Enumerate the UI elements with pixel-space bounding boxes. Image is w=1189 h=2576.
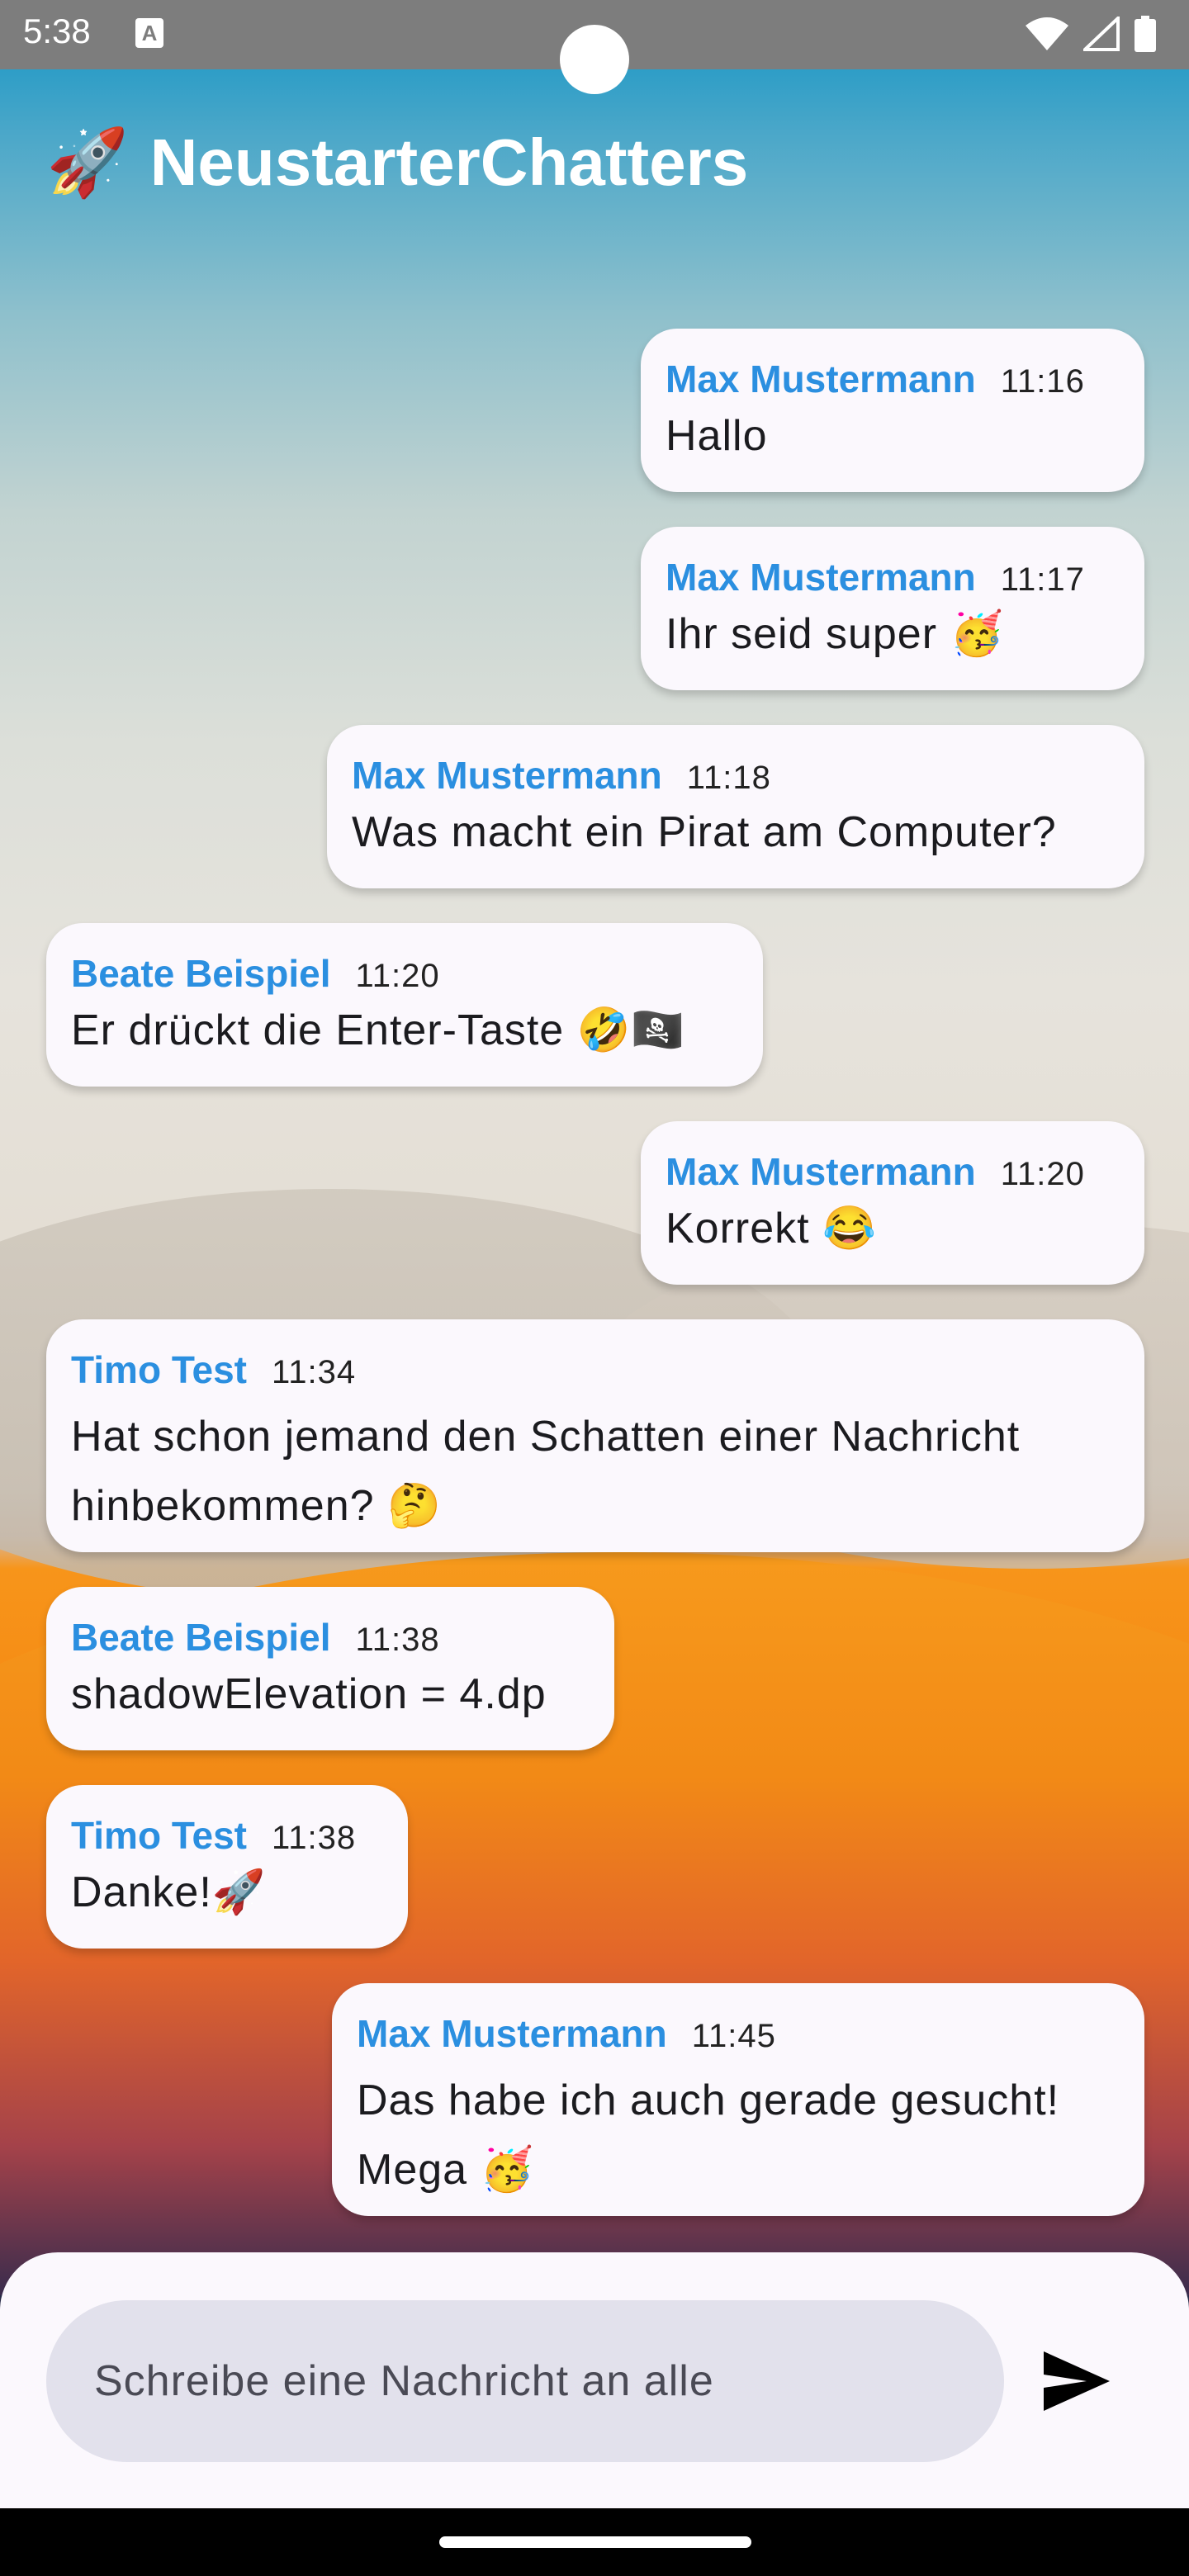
message-time: 11:16 (1000, 363, 1085, 400)
message-text: Ihr seid super 🥳 (666, 610, 1005, 658)
message-bubble[interactable]: Beate Beispiel 11:20 Er drückt die Enter-… (46, 923, 763, 1087)
message-text: Was macht ein Pirat am Computer? (352, 808, 1057, 856)
app-title: 🚀 NeustarterChatters (46, 124, 748, 201)
message-sender: Max Mustermann (666, 556, 976, 599)
message-time: 11:38 (355, 1622, 440, 1658)
message-text: Danke!🚀 (71, 1868, 267, 1916)
status-time: 5:38 (23, 12, 91, 50)
message-text: Das habe ich auch gerade gesucht! Mega 🥳 (357, 2076, 1060, 2194)
message-bubble[interactable]: Max Mustermann 11:16 Hallo (641, 329, 1144, 492)
message-time: 11:45 (691, 2018, 776, 2054)
message-time: 11:18 (686, 760, 771, 796)
message-bubble[interactable]: Max Mustermann 11:17 Ihr seid super 🥳 (641, 527, 1144, 690)
message-bubble[interactable]: Timo Test 11:34 Hat schon jemand den Scha… (46, 1319, 1144, 1552)
message-sender: Max Mustermann (357, 2012, 667, 2055)
message-bubble[interactable]: Max Mustermann 11:18 Was macht ein Pirat … (327, 725, 1144, 888)
gesture-handle[interactable] (439, 2536, 751, 2548)
message-time: 11:17 (1000, 561, 1085, 598)
signal-icon (1083, 17, 1120, 51)
message-time: 11:38 (272, 1820, 357, 1856)
camera-cutout (560, 25, 629, 94)
message-bubble[interactable]: Beate Beispiel 11:38 shadowElevation = 4.… (46, 1587, 614, 1750)
message-bubble[interactable]: Max Mustermann 11:45 Das habe ich auch ge… (332, 1983, 1144, 2216)
notification-icon: A (135, 18, 163, 48)
wifi-icon (1026, 17, 1068, 50)
rocket-icon: 🚀 (46, 125, 129, 199)
message-time: 11:34 (272, 1354, 357, 1390)
message-sender: Max Mustermann (666, 358, 976, 400)
message-time: 11:20 (355, 958, 440, 994)
message-sender: Beate Beispiel (71, 1616, 331, 1659)
message-bubble[interactable]: Max Mustermann 11:20 Korrekt 😂 (641, 1121, 1144, 1285)
message-bubble[interactable]: Timo Test 11:38 Danke!🚀 (46, 1785, 408, 1949)
message-sender: Max Mustermann (666, 1150, 976, 1193)
message-text: Hallo (666, 412, 768, 460)
message-text: Hat schon jemand den Schatten einer Nach… (71, 1413, 1021, 1530)
message-sender: Timo Test (71, 1814, 247, 1857)
chat-screen: 5:38 A 🚀 NeustarterChatters Max Musterma… (0, 0, 1189, 2576)
battery-icon (1135, 16, 1156, 52)
app-title-text: NeustarterChatters (149, 125, 749, 199)
message-sender: Beate Beispiel (71, 952, 331, 995)
status-icons (1026, 15, 1156, 53)
message-sender: Max Mustermann (352, 754, 662, 797)
message-text: Korrekt 😂 (666, 1205, 877, 1252)
message-text: shadowElevation = 4.dp (71, 1670, 547, 1718)
message-input[interactable]: Schreibe eine Nachricht an alle (46, 2300, 1004, 2462)
message-sender: Timo Test (71, 1348, 247, 1391)
message-text: Er drückt die Enter-Taste 🤣🏴‍☠️ (71, 1006, 686, 1054)
message-time: 11:20 (1000, 1156, 1085, 1192)
send-icon[interactable] (1037, 2342, 1116, 2421)
